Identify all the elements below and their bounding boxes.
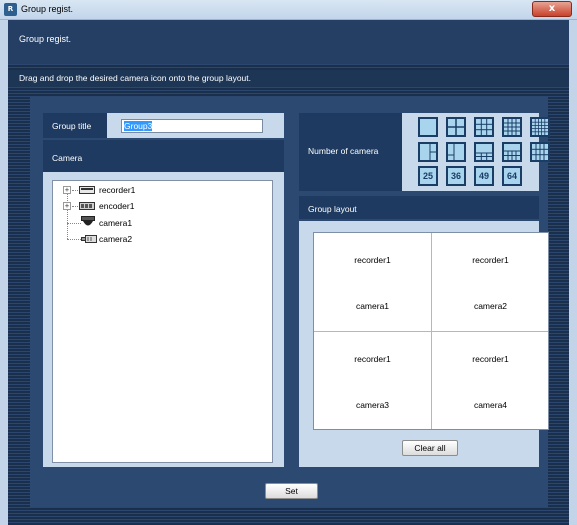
layout-cell[interactable]: recorder1 camera1 — [314, 233, 431, 331]
cell-recorder-label: recorder1 — [472, 354, 509, 364]
cell-camera-label: camera1 — [355, 301, 390, 311]
tree-item-encoder1[interactable]: + encoder1 — [53, 199, 253, 213]
cell-camera-label: camera2 — [473, 301, 508, 311]
layout-cell[interactable]: recorder1 camera4 — [432, 332, 549, 430]
cell-recorder-label: recorder1 — [354, 354, 391, 364]
grid-4x4-icon — [504, 119, 520, 135]
layout-split-icon — [429, 144, 436, 160]
clear-all-button[interactable]: Clear all — [402, 440, 458, 456]
cell-camera-label: camera3 — [355, 400, 390, 410]
camera-layout-options: 25 36 49 64 — [402, 113, 550, 191]
layout-1-button[interactable] — [418, 117, 438, 137]
expand-icon[interactable]: + — [63, 202, 71, 210]
window-title: Group regist. — [21, 4, 74, 14]
instruction-band: Drag and drop the desired camera icon on… — [8, 70, 569, 87]
group-title-label: Group title — [43, 113, 107, 138]
number-of-camera-label: Number of camera — [299, 113, 402, 191]
layout-36-button[interactable]: 36 — [446, 166, 466, 186]
recorder-icon — [79, 186, 95, 194]
group-title-row: Group title Group3 — [43, 113, 284, 138]
grid-divider — [314, 331, 548, 332]
set-button[interactable]: Set — [265, 483, 318, 499]
tree-item-label: camera1 — [99, 218, 133, 228]
layout-cell[interactable]: recorder1 camera2 — [432, 233, 549, 331]
box-camera-icon — [81, 235, 97, 243]
layout-split-icon — [504, 150, 520, 160]
layout-25-button[interactable]: 25 — [418, 166, 438, 186]
layout-grid-fine-button[interactable] — [530, 117, 550, 137]
app-icon: R — [4, 3, 17, 16]
tree-item-recorder1[interactable]: + recorder1 — [53, 183, 253, 197]
layout-split-icon — [476, 152, 492, 160]
window-frame-right — [569, 20, 577, 525]
window-frame-left — [0, 20, 8, 525]
layout-split-a-button[interactable] — [418, 142, 438, 162]
tree-item-camera2[interactable]: camera2 — [53, 232, 253, 246]
tree-connector — [72, 190, 78, 191]
cell-camera-label: camera4 — [473, 400, 508, 410]
group-layout-panel: recorder1 camera1 recorder1 camera2 reco… — [299, 221, 549, 467]
grid-5x5-icon — [532, 119, 548, 135]
layout-cell[interactable]: recorder1 camera3 — [314, 332, 431, 430]
layout-split-icon — [532, 144, 548, 160]
layout-49-button[interactable]: 49 — [474, 166, 494, 186]
page-title: Group regist. — [19, 34, 72, 44]
cell-recorder-label: recorder1 — [354, 255, 391, 265]
dome-camera-icon — [81, 216, 95, 226]
main-panel: Group title Group3 Camera + recorder1 + … — [30, 97, 550, 507]
grid-3x3-icon — [476, 119, 492, 135]
camera-section-header: Camera — [43, 140, 284, 172]
layout-4-button[interactable] — [446, 117, 466, 137]
camera-tree[interactable]: + recorder1 + encoder1 camera1 camera2 — [52, 180, 273, 463]
layout-split-d-button[interactable] — [502, 142, 522, 162]
layout-9-button[interactable] — [474, 117, 494, 137]
grid-2x2-icon — [448, 119, 464, 135]
tree-item-label: recorder1 — [99, 185, 136, 195]
expand-icon[interactable]: + — [63, 186, 71, 194]
encoder-icon — [79, 202, 95, 210]
tree-item-label: camera2 — [99, 234, 133, 244]
layout-16-button[interactable] — [502, 117, 522, 137]
group-layout-grid[interactable]: recorder1 camera1 recorder1 camera2 reco… — [313, 232, 549, 430]
layout-split-e-button[interactable] — [530, 142, 550, 162]
dialog-client-area: Group regist. Drag and drop the desired … — [8, 20, 569, 525]
layout-64-button[interactable]: 64 — [502, 166, 522, 186]
cell-recorder-label: recorder1 — [472, 255, 509, 265]
tree-item-label: encoder1 — [99, 201, 135, 211]
group-layout-header: Group layout — [299, 196, 539, 219]
window-titlebar: R Group regist. x — [0, 0, 577, 20]
camera-panel: + recorder1 + encoder1 camera1 camera2 — [43, 172, 284, 467]
layout-split-c-button[interactable] — [474, 142, 494, 162]
instruction-text: Drag and drop the desired camera icon on… — [19, 73, 252, 83]
tree-item-camera1[interactable]: camera1 — [53, 216, 253, 230]
layout-split-icon — [448, 144, 455, 160]
group-title-value: Group3 — [124, 121, 153, 131]
group-title-input[interactable]: Group3 — [121, 119, 263, 133]
header-band: Group regist. — [8, 20, 569, 64]
close-button[interactable]: x — [532, 1, 572, 17]
tree-connector — [72, 206, 78, 207]
layout-split-b-button[interactable] — [446, 142, 466, 162]
